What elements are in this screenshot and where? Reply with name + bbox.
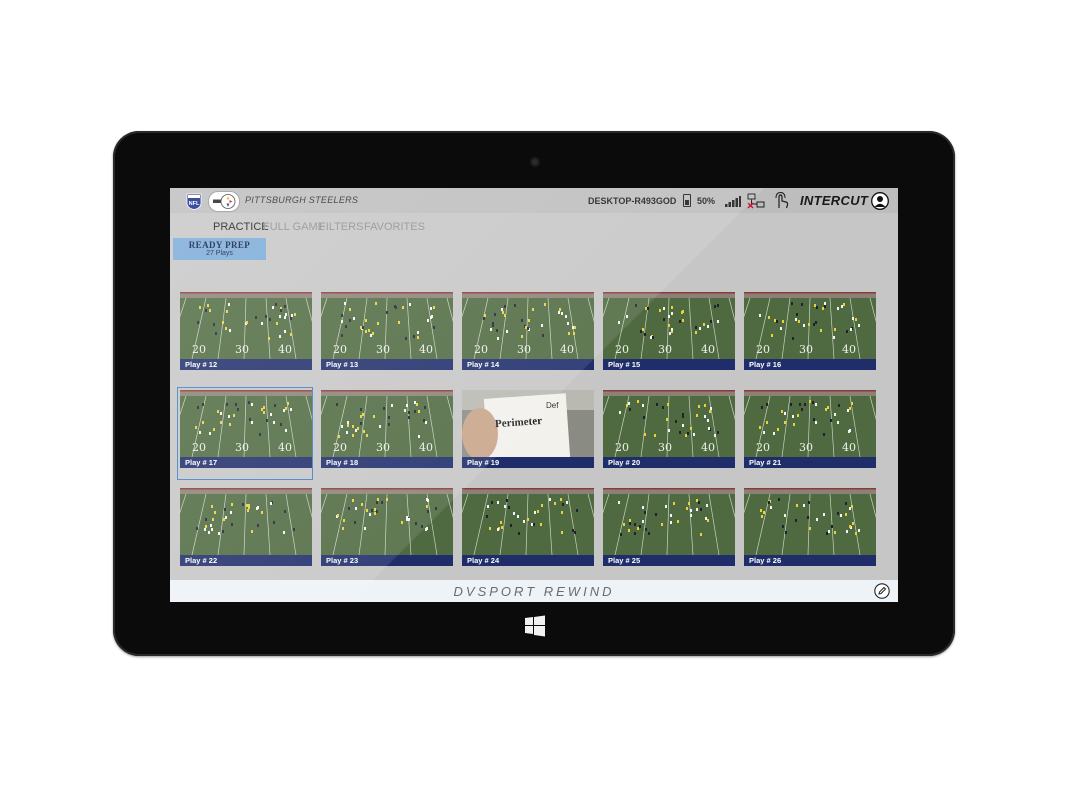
play-label: Play # 15	[608, 360, 641, 369]
field-yard-number: 40	[701, 343, 715, 356]
field-yard-number: 20	[474, 343, 488, 356]
play-label: Play # 18	[326, 458, 359, 467]
top-bar: NFL PITTSBURGH STEELERS DESKTOP-R493GOD …	[170, 188, 898, 213]
play-label-bar: Play # 15	[603, 359, 735, 370]
play-label: Play # 24	[467, 556, 500, 565]
play-label: Play # 14	[467, 360, 500, 369]
play-label: Play # 19	[467, 458, 500, 467]
battery-level: 50%	[697, 196, 716, 206]
battery-icon	[683, 194, 691, 207]
camera-icon	[530, 157, 540, 167]
edit-icon[interactable]	[874, 583, 890, 599]
play-label: Play # 21	[749, 458, 782, 467]
field-yard-number: 40	[701, 441, 715, 454]
play-thumbnail[interactable]: Def Perimeter Play # 19	[462, 390, 594, 468]
play-thumbnail[interactable]: 20 30 40 Play # 16	[744, 292, 876, 370]
footer-bar: DVSPORT REWIND	[170, 580, 898, 602]
play-thumbnail[interactable]: Play # 25	[603, 488, 735, 566]
tab-filters[interactable]: FILTERS	[319, 221, 363, 233]
play-label-bar: Play # 22	[180, 555, 312, 566]
field-yard-number: 20	[333, 441, 347, 454]
play-label-bar: Play # 13	[321, 359, 453, 370]
play-thumbnail[interactable]: Play # 22	[180, 488, 312, 566]
play-label: Play # 23	[326, 556, 359, 565]
field-yard-number: 40	[560, 343, 574, 356]
field-yard-number: 40	[842, 441, 856, 454]
tab-full-game[interactable]: FULL GAME	[263, 221, 325, 233]
play-thumbnail[interactable]: 20 30 40 Play # 15	[603, 292, 735, 370]
play-thumbnail[interactable]: 20 30 40 Play # 14	[462, 292, 594, 370]
play-label-bar: Play # 16	[744, 359, 876, 370]
field-yard-number: 20	[615, 441, 629, 454]
play-thumbnail[interactable]: Play # 26	[744, 488, 876, 566]
play-label: Play # 25	[608, 556, 641, 565]
play-label-bar: Play # 23	[321, 555, 453, 566]
team-name: PITTSBURGH STEELERS	[245, 195, 359, 205]
field-yard-number: 30	[517, 343, 531, 356]
play-thumbnail[interactable]: 20 30 40 Play # 17	[177, 387, 313, 480]
play-thumbnail[interactable]: Play # 23	[321, 488, 453, 566]
play-thumbnail[interactable]: 20 30 40 Play # 12	[180, 292, 312, 370]
svg-text:NFL: NFL	[189, 201, 200, 207]
play-label-bar: Play # 20	[603, 457, 735, 468]
steelers-logo-icon	[208, 191, 240, 212]
field-yard-number: 30	[235, 343, 249, 356]
play-label: Play # 16	[749, 360, 782, 369]
play-label: Play # 22	[185, 556, 218, 565]
brand-logo: INTERCUT	[800, 193, 869, 208]
field-yard-number: 30	[376, 343, 390, 356]
play-thumbnail[interactable]: 20 30 40 Play # 21	[744, 390, 876, 468]
field-yard-number: 20	[756, 343, 770, 356]
play-label-bar: Play # 18	[321, 457, 453, 468]
play-label-bar: Play # 19	[462, 457, 594, 468]
field-yard-number: 30	[376, 441, 390, 454]
field-yard-number: 30	[658, 343, 672, 356]
nfl-logo-icon: NFL	[186, 193, 202, 210]
field-yard-number: 20	[192, 441, 206, 454]
app-screen: NFL PITTSBURGH STEELERS DESKTOP-R493GOD …	[170, 188, 898, 602]
footer-title: DVSPORT REWIND	[453, 584, 615, 599]
play-thumbnail[interactable]: 20 30 40 Play # 20	[603, 390, 735, 468]
play-label-bar: Play # 24	[462, 555, 594, 566]
play-label: Play # 26	[749, 556, 782, 565]
play-label: Play # 13	[326, 360, 359, 369]
play-label-bar: Play # 12	[180, 359, 312, 370]
field-yard-number: 30	[658, 441, 672, 454]
field-yard-number: 20	[756, 441, 770, 454]
field-yard-number: 40	[419, 441, 433, 454]
field-yard-number: 30	[235, 441, 249, 454]
field-yard-number: 40	[278, 441, 292, 454]
user-icon[interactable]	[871, 192, 889, 210]
windows-icon[interactable]	[524, 615, 546, 637]
tab-favorites[interactable]: FAVORITES	[364, 221, 425, 233]
playlist-card[interactable]: READY PREP 27 Plays	[173, 238, 266, 260]
play-label-bar: Play # 25	[603, 555, 735, 566]
signal-icon	[725, 196, 741, 207]
field-yard-number: 20	[615, 343, 629, 356]
play-label: Play # 20	[608, 458, 641, 467]
play-thumbnail[interactable]: Play # 24	[462, 488, 594, 566]
touch-icon[interactable]	[773, 192, 789, 209]
play-thumbnail[interactable]: 20 30 40 Play # 13	[321, 292, 453, 370]
tab-practice[interactable]: PRACTICE	[213, 221, 269, 233]
network-icon[interactable]	[747, 193, 765, 209]
field-yard-number: 40	[278, 343, 292, 356]
play-label-bar: Play # 26	[744, 555, 876, 566]
play-label-bar: Play # 21	[744, 457, 876, 468]
field-yard-number: 30	[799, 441, 813, 454]
play-label-bar: Play # 17	[180, 457, 312, 468]
field-yard-number: 40	[842, 343, 856, 356]
device-name: DESKTOP-R493GOD	[588, 196, 677, 206]
playlist-title: READY PREP	[188, 240, 251, 250]
card-heading: Def	[546, 401, 559, 410]
field-yard-number: 30	[799, 343, 813, 356]
play-label: Play # 12	[185, 360, 218, 369]
play-label: Play # 17	[185, 458, 218, 467]
play-thumbnail[interactable]: 20 30 40 Play # 18	[321, 390, 453, 468]
field-yard-number: 20	[192, 343, 206, 356]
field-yard-number: 40	[419, 343, 433, 356]
field-yard-number: 20	[333, 343, 347, 356]
play-label-bar: Play # 14	[462, 359, 594, 370]
playlist-count: 27 Plays	[206, 250, 233, 257]
